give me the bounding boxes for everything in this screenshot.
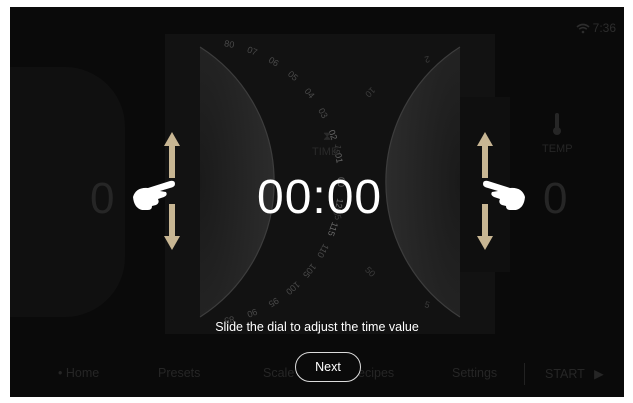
- right-hand-icon: [483, 180, 525, 210]
- right-dial-tick: 10: [363, 85, 377, 99]
- hourglass-icon: ⧗: [323, 129, 332, 143]
- left-dial-tick: 05: [286, 69, 300, 83]
- nav-item-settings[interactable]: Settings: [452, 366, 497, 380]
- right-dial-tick: 50: [363, 265, 377, 279]
- right-dial[interactable]: [385, 47, 460, 317]
- device-screen: 7:36 0 TEMP 0 80 07 06 05 04 03 02 01 00 120 115 11…: [10, 7, 624, 397]
- hint-text: Slide the dial to adjust the time value: [215, 320, 419, 334]
- left-hand-icon: [133, 180, 175, 210]
- start-label: START: [545, 367, 585, 381]
- left-dial-tick: 110: [315, 242, 331, 259]
- left-dial-tick: 95: [267, 295, 281, 309]
- nav-divider: [524, 363, 525, 385]
- left-dial-tick: 100: [284, 279, 302, 296]
- left-dial-tick: 07: [246, 45, 259, 58]
- timer-display: 00:00: [257, 171, 383, 224]
- nav-item-scale[interactable]: Scale: [263, 366, 294, 380]
- right-dial-tick: 2: [423, 54, 430, 65]
- start-button[interactable]: START ▶: [545, 366, 604, 381]
- left-dial-tick: 04: [302, 86, 316, 100]
- left-dial-tick: 03: [316, 106, 330, 120]
- time-label: TIME: [312, 146, 339, 158]
- nav-item-presets[interactable]: Presets: [158, 366, 200, 380]
- left-dial-tick: 90: [246, 306, 259, 319]
- left-dial-tick: 06: [267, 55, 281, 69]
- left-dial-tick: 80: [223, 38, 235, 50]
- nav-item-home[interactable]: • Home: [58, 366, 99, 380]
- left-dial-tick: 105: [301, 262, 318, 280]
- play-icon: ▶: [594, 367, 604, 381]
- next-button[interactable]: Next: [295, 352, 361, 382]
- right-dial-tick: 5: [423, 299, 430, 310]
